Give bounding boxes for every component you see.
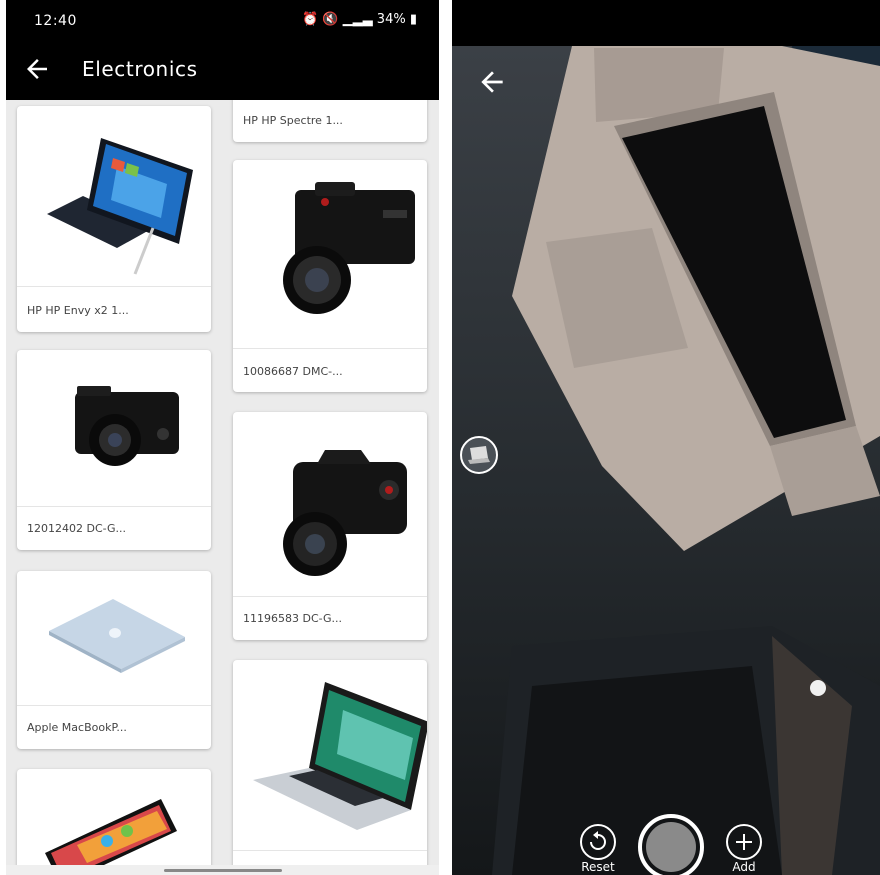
system-nav-bar — [6, 865, 439, 875]
alarm-icon: ⏰ — [302, 12, 319, 27]
product-image — [17, 769, 211, 865]
arrow-left-icon[interactable] — [476, 66, 508, 98]
reset-button[interactable]: Reset — [578, 824, 618, 874]
camera-icon — [75, 386, 179, 466]
mute-icon: 🔇 — [322, 12, 339, 27]
divider — [17, 506, 211, 507]
product-card[interactable]: 12012402 DC-G... — [17, 350, 211, 550]
laptop-icon — [468, 446, 490, 464]
home-indicator[interactable] — [164, 869, 282, 872]
status-bar: 12:40 ⏰ 🔇 ▁▂▃ 34% ▮ — [6, 0, 439, 44]
product-label: 10086687 DMC-... — [243, 365, 343, 378]
divider — [17, 286, 211, 287]
dslr-camera-icon — [283, 450, 407, 576]
product-list-screen: 12:40 ⏰ 🔇 ▁▂▃ 34% ▮ Electronics HP HP Sp… — [6, 0, 439, 875]
page-title: Electronics — [82, 57, 198, 81]
macbook-icon — [49, 599, 185, 673]
status-time: 12:40 — [34, 13, 77, 29]
ar-camera-view[interactable] — [452, 46, 880, 875]
product-image — [233, 660, 427, 850]
product-card[interactable]: Apple MacBookP... — [17, 571, 211, 749]
capture-button[interactable] — [638, 814, 704, 875]
add-label: Add — [732, 860, 756, 874]
product-card[interactable]: 10086687 DMC-... — [233, 160, 427, 392]
product-grid[interactable]: HP HP Spectre 1... HP HP Envy x2 1... 10… — [6, 100, 439, 865]
divider — [233, 850, 427, 851]
status-icons: ⏰ 🔇 ▁▂▃ 34% ▮ — [302, 12, 417, 27]
plus-icon — [726, 824, 762, 860]
battery-icon: ▮ — [409, 12, 417, 27]
divider — [233, 348, 427, 349]
status-bar — [452, 0, 880, 46]
ar-controls: Reset Add — [452, 810, 880, 875]
camera-icon — [283, 182, 415, 314]
signal-icon: ▁▂▃ — [342, 12, 373, 27]
product-image — [17, 571, 211, 705]
product-label: HP HP Spectre 1... — [243, 114, 343, 127]
add-button[interactable]: Add — [724, 824, 764, 874]
divider — [233, 596, 427, 597]
app-bar: Electronics — [6, 44, 439, 100]
product-label: 11196583 DC-G... — [243, 612, 343, 625]
product-image — [17, 350, 211, 506]
macbook-pro-icon — [253, 682, 427, 830]
product-image — [233, 160, 427, 348]
product-image — [233, 412, 427, 596]
product-card[interactable]: 11196583 DC-G... — [233, 412, 427, 640]
product-label: HP HP Envy x2 1... — [27, 304, 129, 317]
shutter-icon — [646, 822, 696, 872]
ar-view-screen: Reset Add — [452, 0, 880, 875]
product-label: 12012402 DC-G... — [27, 522, 127, 535]
product-image — [17, 106, 211, 286]
battery-level: 34% — [376, 12, 406, 27]
smartphone-icon — [45, 799, 177, 865]
reset-icon — [580, 824, 616, 860]
product-card[interactable] — [17, 769, 211, 865]
divider — [17, 705, 211, 706]
product-card[interactable]: HP HP Envy x2 1... — [17, 106, 211, 332]
product-label: Apple MacBookP... — [27, 721, 127, 734]
model-thumbnail-button[interactable] — [460, 436, 498, 474]
tablet-laptop-icon — [47, 138, 193, 275]
arrow-left-icon[interactable] — [22, 54, 52, 84]
product-card[interactable] — [233, 660, 427, 865]
product-card[interactable]: HP HP Spectre 1... — [233, 100, 427, 142]
reset-label: Reset — [581, 860, 615, 874]
